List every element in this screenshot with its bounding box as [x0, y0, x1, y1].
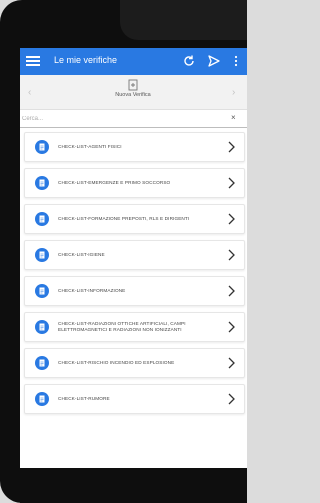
chevron-right-icon [228, 393, 235, 405]
list-item[interactable]: CHECK-LIST-AGENTI FISICI [24, 132, 245, 162]
menu-icon[interactable] [26, 54, 40, 68]
more-vert-icon[interactable] [232, 54, 240, 68]
new-document-icon [128, 79, 138, 91]
list-item[interactable]: CHECK-LIST-INFORMAZIONE [24, 276, 245, 306]
chevron-right-icon [228, 285, 235, 297]
clear-icon[interactable]: × [231, 113, 236, 123]
list-item[interactable]: CHECK-LIST-IGIENE [24, 240, 245, 270]
list-item[interactable]: CHECK-LIST-EMERGENZE E PRIMO SOCCORSO [24, 168, 245, 198]
document-icon [35, 320, 49, 334]
search-bar: × [20, 111, 247, 128]
list-item-label: CHECK-LIST-RUMORE [58, 396, 110, 401]
list-item-label: CHECK-LIST-FORMAZIONE PREPOSTI, RLS E DI… [58, 216, 190, 221]
new-verifica-label: Nuova Verifica [115, 92, 151, 98]
document-icon [35, 248, 49, 262]
phone-bottom-bezel [20, 468, 247, 503]
document-icon [35, 140, 49, 154]
app-bar: Le mie verifiche [20, 48, 247, 75]
list-item-label: CHECK-LIST-RISCHIO INCENDIO ED ESPLOSION… [58, 360, 175, 365]
document-icon [35, 392, 49, 406]
list-item[interactable]: CHECK-LIST-RUMORE [24, 384, 245, 414]
app-screen: Le mie verifiche ‹ Nuova Verifica › × [20, 48, 247, 468]
chevron-right-icon [228, 141, 235, 153]
new-verifica-button[interactable]: Nuova Verifica [103, 79, 163, 105]
chevron-right-icon [228, 213, 235, 225]
page-title: Le mie verifiche [54, 55, 118, 65]
action-bar: ‹ Nuova Verifica › [20, 75, 247, 110]
phone-bezel [120, 0, 247, 40]
search-input[interactable] [20, 112, 222, 126]
chevron-right-icon [228, 177, 235, 189]
list-item-label: CHECK-LIST-RADIAZIONI OTTICHE ARTIFICIAL… [58, 321, 186, 332]
document-icon [35, 284, 49, 298]
chevron-left-icon[interactable]: ‹ [28, 87, 31, 98]
list-item-label: CHECK-LIST-INFORMAZIONE [58, 288, 126, 293]
chevron-right-icon [228, 249, 235, 261]
chevron-right-icon [228, 357, 235, 369]
phone-frame: Le mie verifiche ‹ Nuova Verifica › × [0, 0, 247, 503]
chevron-right-icon[interactable]: › [232, 87, 235, 98]
chevron-right-icon [228, 321, 235, 333]
list-item-label: CHECK-LIST-AGENTI FISICI [58, 144, 122, 149]
send-icon[interactable] [207, 54, 221, 68]
document-icon [35, 356, 49, 370]
list-item-label: CHECK-LIST-EMERGENZE E PRIMO SOCCORSO [58, 180, 171, 185]
list-item[interactable]: CHECK-LIST-RISCHIO INCENDIO ED ESPLOSION… [24, 348, 245, 378]
document-icon [35, 176, 49, 190]
list-item[interactable]: CHECK-LIST-RADIAZIONI OTTICHE ARTIFICIAL… [24, 312, 245, 342]
document-icon [35, 212, 49, 226]
list-item-label: CHECK-LIST-IGIENE [58, 252, 105, 257]
refresh-icon[interactable] [182, 54, 196, 68]
list-item[interactable]: CHECK-LIST-FORMAZIONE PREPOSTI, RLS E DI… [24, 204, 245, 234]
